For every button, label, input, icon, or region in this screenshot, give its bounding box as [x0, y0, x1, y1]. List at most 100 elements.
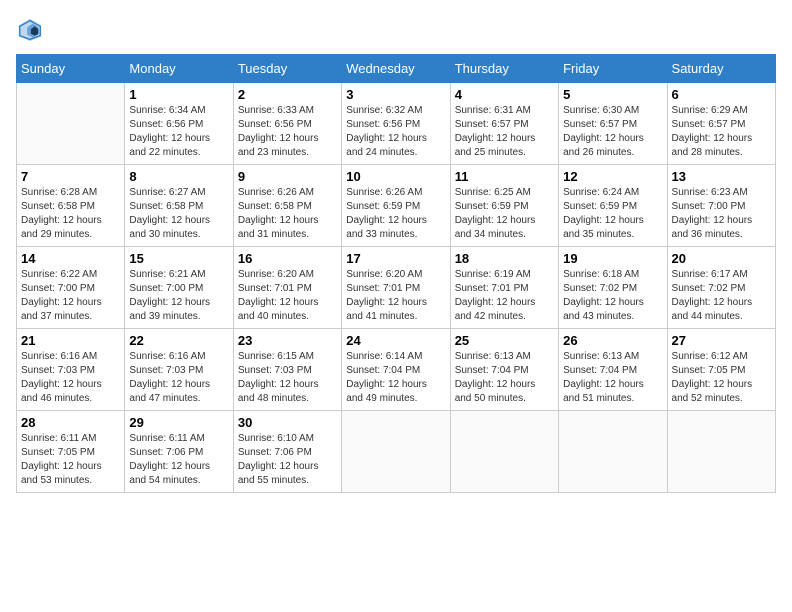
day-info: Sunrise: 6:20 AM Sunset: 7:01 PM Dayligh…: [346, 268, 445, 324]
calendar-cell: 20 Sunrise: 6:17 AM Sunset: 7:02 PM Dayli…: [667, 247, 775, 329]
calendar-cell: [667, 411, 775, 493]
day-number: 14: [21, 251, 120, 266]
day-number: 2: [238, 87, 337, 102]
week-row-4: 21 Sunrise: 6:16 AM Sunset: 7:03 PM Dayli…: [17, 329, 776, 411]
day-info: Sunrise: 6:34 AM Sunset: 6:56 PM Dayligh…: [129, 104, 228, 160]
calendar-cell: 11Sunrise: 6:25 AM Sunset: 6:59 PM Dayli…: [450, 165, 558, 247]
day-number: 13: [672, 169, 771, 184]
day-number: 23: [238, 333, 337, 348]
day-number: 20: [672, 251, 771, 266]
day-info: Sunrise: 6:26 AM Sunset: 6:59 PM Dayligh…: [346, 186, 445, 242]
day-info: Sunrise: 6:22 AM Sunset: 7:00 PM Dayligh…: [21, 268, 120, 324]
weekday-header-friday: Friday: [559, 55, 667, 83]
calendar-cell: 22Sunrise: 6:16 AM Sunset: 7:03 PM Dayli…: [125, 329, 233, 411]
day-number: 25: [455, 333, 554, 348]
day-info: Sunrise: 6:13 AM Sunset: 7:04 PM Dayligh…: [455, 350, 554, 406]
day-info: Sunrise: 6:13 AM Sunset: 7:04 PM Dayligh…: [563, 350, 662, 406]
day-info: Sunrise: 6:25 AM Sunset: 6:59 PM Dayligh…: [455, 186, 554, 242]
day-number: 1: [129, 87, 228, 102]
weekday-header-monday: Monday: [125, 55, 233, 83]
calendar-cell: [450, 411, 558, 493]
day-info: Sunrise: 6:16 AM Sunset: 7:03 PM Dayligh…: [21, 350, 120, 406]
week-row-5: 28Sunrise: 6:11 AM Sunset: 7:05 PM Dayli…: [17, 411, 776, 493]
calendar-cell: 26 Sunrise: 6:13 AM Sunset: 7:04 PM Dayli…: [559, 329, 667, 411]
calendar-cell: 2Sunrise: 6:33 AM Sunset: 6:56 PM Daylig…: [233, 83, 341, 165]
day-number: 24: [346, 333, 445, 348]
weekday-header-sunday: Sunday: [17, 55, 125, 83]
day-number: 9: [238, 169, 337, 184]
day-info: Sunrise: 6:21 AM Sunset: 7:00 PM Dayligh…: [129, 268, 228, 324]
calendar-cell: 29 Sunrise: 6:11 AM Sunset: 7:06 PM Dayli…: [125, 411, 233, 493]
calendar-cell: 15 Sunrise: 6:21 AM Sunset: 7:00 PM Dayli…: [125, 247, 233, 329]
calendar-cell: 9Sunrise: 6:26 AM Sunset: 6:58 PM Daylig…: [233, 165, 341, 247]
calendar-cell: 27 Sunrise: 6:12 AM Sunset: 7:05 PM Dayli…: [667, 329, 775, 411]
logo-icon: [16, 16, 44, 44]
calendar-cell: 21 Sunrise: 6:16 AM Sunset: 7:03 PM Dayli…: [17, 329, 125, 411]
weekday-header-saturday: Saturday: [667, 55, 775, 83]
day-number: 3: [346, 87, 445, 102]
day-number: 10: [346, 169, 445, 184]
day-number: 27: [672, 333, 771, 348]
calendar-cell: 17 Sunrise: 6:20 AM Sunset: 7:01 PM Dayli…: [342, 247, 450, 329]
calendar-cell: 5 Sunrise: 6:30 AM Sunset: 6:57 PM Daylig…: [559, 83, 667, 165]
week-row-3: 14 Sunrise: 6:22 AM Sunset: 7:00 PM Dayli…: [17, 247, 776, 329]
calendar-cell: 1 Sunrise: 6:34 AM Sunset: 6:56 PM Daylig…: [125, 83, 233, 165]
weekday-header-thursday: Thursday: [450, 55, 558, 83]
day-info: Sunrise: 6:12 AM Sunset: 7:05 PM Dayligh…: [672, 350, 771, 406]
calendar-cell: 10 Sunrise: 6:26 AM Sunset: 6:59 PM Dayli…: [342, 165, 450, 247]
day-info: Sunrise: 6:32 AM Sunset: 6:56 PM Dayligh…: [346, 104, 445, 160]
calendar-cell: 30Sunrise: 6:10 AM Sunset: 7:06 PM Dayli…: [233, 411, 341, 493]
day-info: Sunrise: 6:18 AM Sunset: 7:02 PM Dayligh…: [563, 268, 662, 324]
calendar-cell: 12Sunrise: 6:24 AM Sunset: 6:59 PM Dayli…: [559, 165, 667, 247]
weekday-header-wednesday: Wednesday: [342, 55, 450, 83]
calendar-cell: 16 Sunrise: 6:20 AM Sunset: 7:01 PM Dayli…: [233, 247, 341, 329]
week-row-1: 1 Sunrise: 6:34 AM Sunset: 6:56 PM Daylig…: [17, 83, 776, 165]
day-number: 4: [455, 87, 554, 102]
calendar-cell: [342, 411, 450, 493]
day-info: Sunrise: 6:11 AM Sunset: 7:06 PM Dayligh…: [129, 432, 228, 488]
day-number: 19: [563, 251, 662, 266]
calendar-cell: 4Sunrise: 6:31 AM Sunset: 6:57 PM Daylig…: [450, 83, 558, 165]
calendar-cell: 18 Sunrise: 6:19 AM Sunset: 7:01 PM Dayli…: [450, 247, 558, 329]
calendar-cell: 6 Sunrise: 6:29 AM Sunset: 6:57 PM Daylig…: [667, 83, 775, 165]
day-number: 5: [563, 87, 662, 102]
day-info: Sunrise: 6:17 AM Sunset: 7:02 PM Dayligh…: [672, 268, 771, 324]
day-info: Sunrise: 6:10 AM Sunset: 7:06 PM Dayligh…: [238, 432, 337, 488]
day-info: Sunrise: 6:11 AM Sunset: 7:05 PM Dayligh…: [21, 432, 120, 488]
day-number: 15: [129, 251, 228, 266]
day-number: 29: [129, 415, 228, 430]
day-info: Sunrise: 6:20 AM Sunset: 7:01 PM Dayligh…: [238, 268, 337, 324]
calendar-cell: 8Sunrise: 6:27 AM Sunset: 6:58 PM Daylig…: [125, 165, 233, 247]
calendar-cell: 28Sunrise: 6:11 AM Sunset: 7:05 PM Dayli…: [17, 411, 125, 493]
day-number: 22: [129, 333, 228, 348]
logo: [16, 16, 48, 44]
week-row-2: 7 Sunrise: 6:28 AM Sunset: 6:58 PM Daylig…: [17, 165, 776, 247]
calendar-cell: [17, 83, 125, 165]
day-number: 21: [21, 333, 120, 348]
day-number: 6: [672, 87, 771, 102]
calendar-cell: 25 Sunrise: 6:13 AM Sunset: 7:04 PM Dayli…: [450, 329, 558, 411]
day-info: Sunrise: 6:24 AM Sunset: 6:59 PM Dayligh…: [563, 186, 662, 242]
day-info: Sunrise: 6:19 AM Sunset: 7:01 PM Dayligh…: [455, 268, 554, 324]
calendar-cell: [559, 411, 667, 493]
page-header: [16, 16, 776, 44]
day-info: Sunrise: 6:28 AM Sunset: 6:58 PM Dayligh…: [21, 186, 120, 242]
day-number: 16: [238, 251, 337, 266]
day-number: 17: [346, 251, 445, 266]
day-number: 26: [563, 333, 662, 348]
calendar-cell: 3 Sunrise: 6:32 AM Sunset: 6:56 PM Daylig…: [342, 83, 450, 165]
day-info: Sunrise: 6:14 AM Sunset: 7:04 PM Dayligh…: [346, 350, 445, 406]
weekday-header-tuesday: Tuesday: [233, 55, 341, 83]
day-number: 7: [21, 169, 120, 184]
calendar-cell: 23 Sunrise: 6:15 AM Sunset: 7:03 PM Dayli…: [233, 329, 341, 411]
calendar-cell: 19 Sunrise: 6:18 AM Sunset: 7:02 PM Dayli…: [559, 247, 667, 329]
day-info: Sunrise: 6:15 AM Sunset: 7:03 PM Dayligh…: [238, 350, 337, 406]
weekday-header-row: SundayMondayTuesdayWednesdayThursdayFrid…: [17, 55, 776, 83]
calendar-cell: 13Sunrise: 6:23 AM Sunset: 7:00 PM Dayli…: [667, 165, 775, 247]
calendar-table: SundayMondayTuesdayWednesdayThursdayFrid…: [16, 54, 776, 493]
day-number: 18: [455, 251, 554, 266]
calendar-cell: 7 Sunrise: 6:28 AM Sunset: 6:58 PM Daylig…: [17, 165, 125, 247]
day-info: Sunrise: 6:30 AM Sunset: 6:57 PM Dayligh…: [563, 104, 662, 160]
calendar-cell: 24 Sunrise: 6:14 AM Sunset: 7:04 PM Dayli…: [342, 329, 450, 411]
day-info: Sunrise: 6:29 AM Sunset: 6:57 PM Dayligh…: [672, 104, 771, 160]
